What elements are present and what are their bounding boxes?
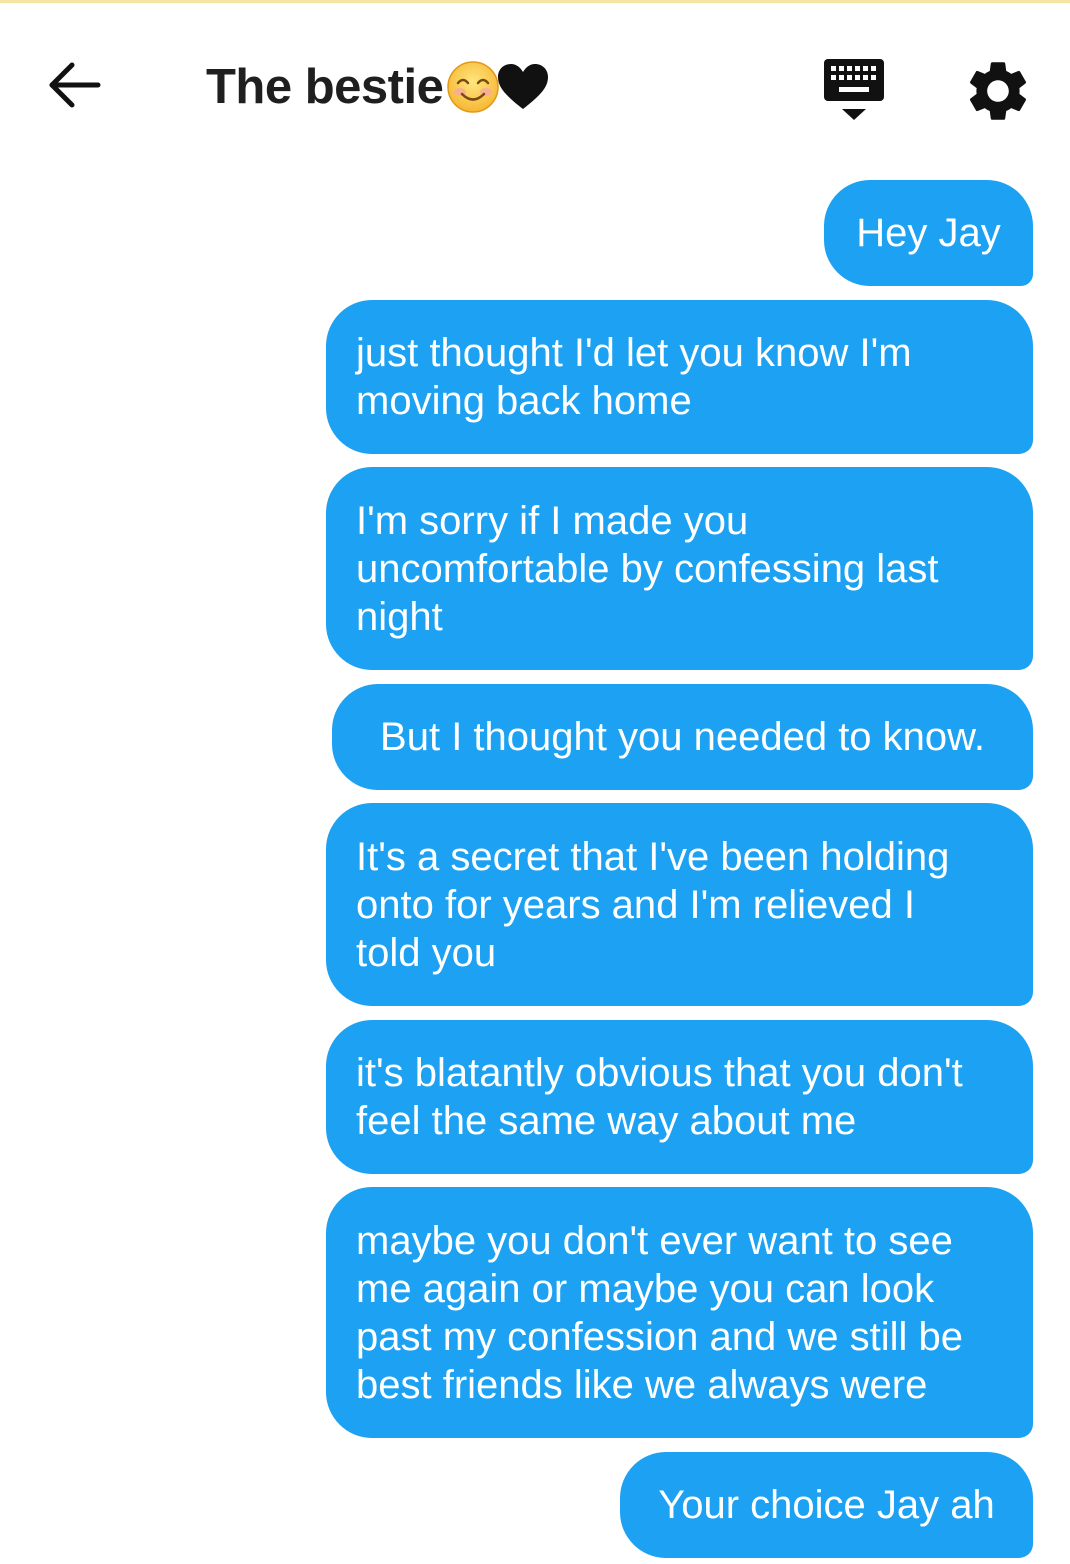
gear-icon [969,62,1027,120]
keyboard-toggle-button[interactable] [820,55,888,125]
keyboard-hide-icon [824,59,884,120]
arrow-left-icon [49,62,101,108]
message-bubble[interactable]: Hey Jay [824,180,1033,286]
contact-name: The bestie [206,60,444,114]
message-bubble[interactable]: It's a secret that I've been holding ont… [326,803,1033,1006]
message-bubble[interactable]: Your choice Jay ah [620,1452,1033,1558]
settings-button[interactable] [962,55,1034,127]
chat-title: The bestie [206,55,551,119]
message-bubble[interactable]: But I thought you needed to know. [332,684,1033,790]
message-bubble[interactable]: I'm sorry if I made you uncomfortable by… [326,467,1033,670]
message-bubble[interactable]: just thought I'd let you know I'm moving… [326,300,1033,454]
smiling-face-emoji-icon [447,61,500,113]
back-button[interactable] [40,53,112,117]
message-bubble[interactable]: it's blatantly obvious that you don't fe… [326,1020,1033,1174]
chat-header: The bestie [0,3,1070,153]
message-bubble[interactable]: maybe you don't ever want to see me agai… [326,1187,1033,1438]
black-heart-emoji-icon [498,64,549,109]
